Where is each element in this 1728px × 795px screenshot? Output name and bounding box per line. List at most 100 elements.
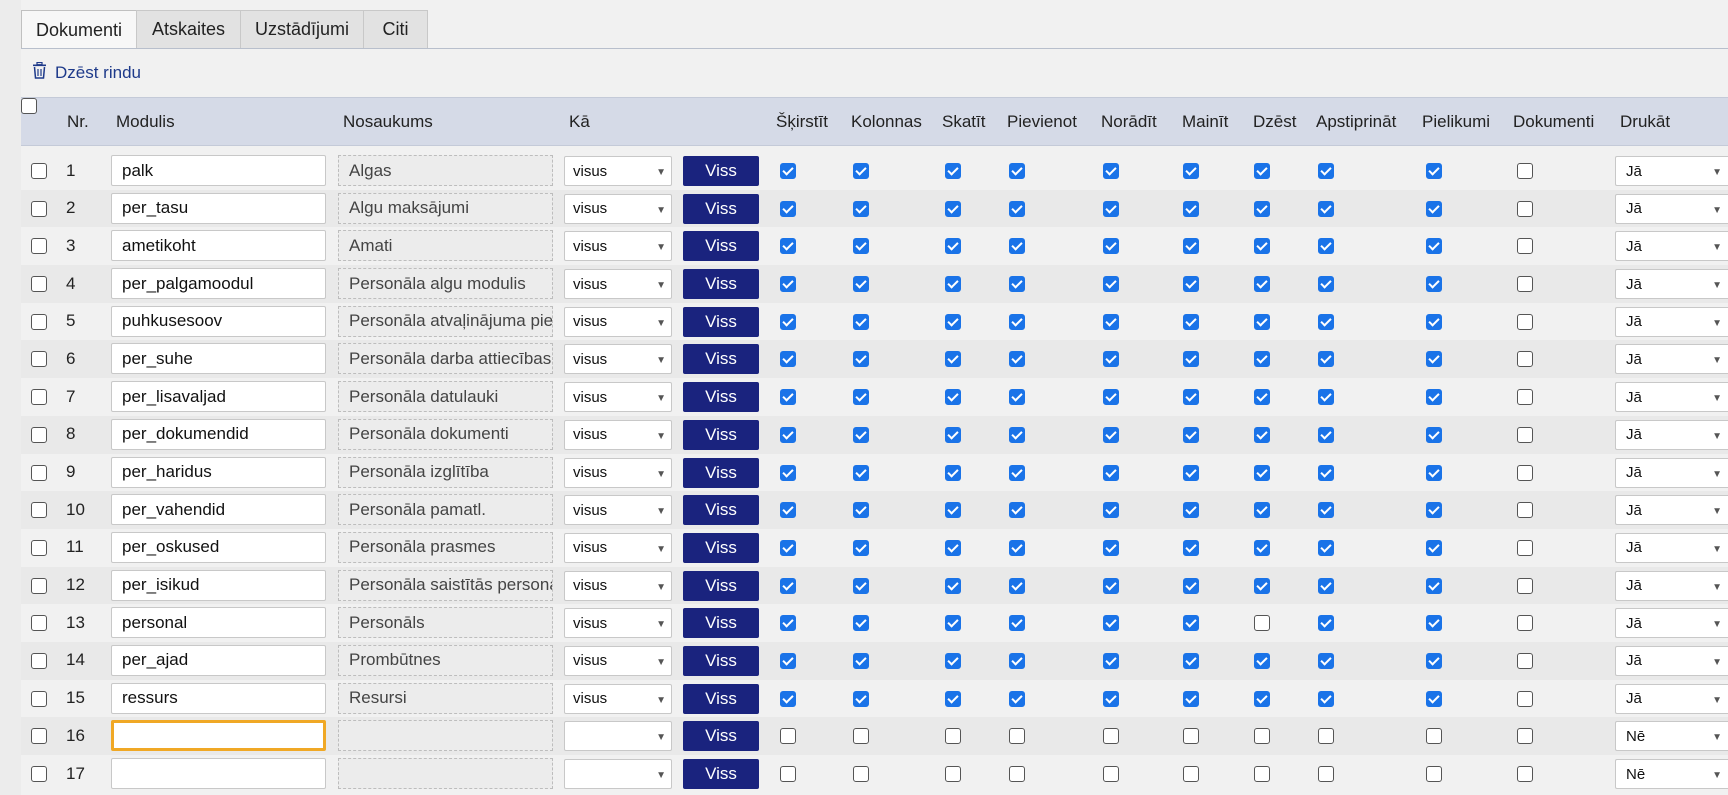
- perm-mainit-checkbox[interactable]: [1183, 389, 1199, 406]
- perm-apstiprinat-checkbox[interactable]: [1318, 238, 1334, 255]
- perm-kolonnas-checkbox[interactable]: [853, 577, 869, 594]
- perm-dzest-checkbox[interactable]: [1254, 464, 1270, 481]
- modulis-input[interactable]: [111, 720, 326, 752]
- perm-mainit-checkbox[interactable]: [1183, 313, 1199, 330]
- ka-select[interactable]: visus ▼: [564, 382, 672, 413]
- perm-dzest-checkbox[interactable]: [1254, 615, 1270, 632]
- drukat-select[interactable]: Jā ▼: [1615, 645, 1728, 676]
- perm-noradit-checkbox[interactable]: [1103, 615, 1119, 632]
- row-select-checkbox[interactable]: [31, 766, 47, 782]
- perm-kolonnas-checkbox[interactable]: [853, 652, 869, 669]
- perm-skatit-checkbox[interactable]: [945, 313, 961, 330]
- perm-pievienot-checkbox[interactable]: [1009, 313, 1025, 330]
- perm-noradit-checkbox[interactable]: [1103, 464, 1119, 481]
- perm-mainit-checkbox[interactable]: [1183, 690, 1199, 707]
- perm-apstiprinat-checkbox[interactable]: [1318, 502, 1334, 519]
- perm-mainit-checkbox[interactable]: [1183, 276, 1199, 293]
- perm-kolonnas-checkbox[interactable]: [853, 502, 869, 519]
- perm-noradit-checkbox[interactable]: [1103, 238, 1119, 255]
- ka-select[interactable]: visus ▼: [564, 608, 672, 639]
- perm-pielikumi-checkbox[interactable]: [1426, 426, 1442, 443]
- ka-select[interactable]: visus ▼: [564, 495, 672, 526]
- perm-mainit-checkbox[interactable]: [1183, 615, 1199, 632]
- perm-skatit-checkbox[interactable]: [945, 276, 961, 293]
- row-select-checkbox[interactable]: [31, 426, 47, 443]
- perm-pielikumi-checkbox[interactable]: [1426, 690, 1442, 707]
- modulis-input[interactable]: puhkusesoov: [111, 305, 326, 337]
- perm-dokumenti-checkbox[interactable]: [1517, 539, 1533, 556]
- perm-skirstit-checkbox[interactable]: [780, 766, 796, 782]
- select-all-perms-button[interactable]: Viss: [683, 344, 759, 375]
- ka-select[interactable]: visus ▼: [564, 532, 672, 563]
- row-select-checkbox[interactable]: [31, 464, 47, 481]
- perm-mainit-checkbox[interactable]: [1183, 652, 1199, 669]
- perm-noradit-checkbox[interactable]: [1103, 502, 1119, 519]
- perm-dokumenti-checkbox[interactable]: [1517, 690, 1533, 707]
- perm-dokumenti-checkbox[interactable]: [1517, 238, 1533, 255]
- perm-dokumenti-checkbox[interactable]: [1517, 200, 1533, 217]
- select-all-checkbox[interactable]: [21, 98, 37, 114]
- perm-noradit-checkbox[interactable]: [1103, 389, 1119, 406]
- perm-skatit-checkbox[interactable]: [945, 200, 961, 217]
- row-select-checkbox[interactable]: [31, 163, 47, 179]
- perm-pielikumi-checkbox[interactable]: [1426, 728, 1442, 745]
- perm-kolonnas-checkbox[interactable]: [853, 276, 869, 293]
- perm-skirstit-checkbox[interactable]: [780, 389, 796, 406]
- perm-skatit-checkbox[interactable]: [945, 238, 961, 255]
- modulis-input[interactable]: [111, 758, 326, 789]
- perm-noradit-checkbox[interactable]: [1103, 313, 1119, 330]
- perm-kolonnas-checkbox[interactable]: [853, 163, 869, 179]
- perm-pievienot-checkbox[interactable]: [1009, 539, 1025, 556]
- perm-kolonnas-checkbox[interactable]: [853, 313, 869, 330]
- perm-mainit-checkbox[interactable]: [1183, 464, 1199, 481]
- row-select-checkbox[interactable]: [31, 238, 47, 255]
- ka-select[interactable]: visus ▼: [564, 344, 672, 375]
- perm-mainit-checkbox[interactable]: [1183, 728, 1199, 745]
- perm-dokumenti-checkbox[interactable]: [1517, 502, 1533, 519]
- modulis-input[interactable]: per_ajad: [111, 644, 326, 676]
- perm-pievienot-checkbox[interactable]: [1009, 276, 1025, 293]
- ka-select[interactable]: visus ▼: [564, 193, 672, 224]
- perm-mainit-checkbox[interactable]: [1183, 351, 1199, 368]
- perm-pielikumi-checkbox[interactable]: [1426, 313, 1442, 330]
- perm-dokumenti-checkbox[interactable]: [1517, 313, 1533, 330]
- modulis-input[interactable]: per_palgamoodul: [111, 268, 326, 300]
- perm-noradit-checkbox[interactable]: [1103, 690, 1119, 707]
- modulis-input[interactable]: ametikoht: [111, 230, 326, 262]
- select-all-perms-button[interactable]: Viss: [683, 570, 759, 601]
- perm-skirstit-checkbox[interactable]: [780, 652, 796, 669]
- perm-dokumenti-checkbox[interactable]: [1517, 615, 1533, 632]
- perm-pielikumi-checkbox[interactable]: [1426, 200, 1442, 217]
- ka-select[interactable]: visus ▼: [564, 645, 672, 676]
- perm-skirstit-checkbox[interactable]: [780, 426, 796, 443]
- drukat-select[interactable]: Jā ▼: [1615, 570, 1728, 601]
- tab-citi[interactable]: Citi: [363, 10, 428, 48]
- tab-uzstadijumi[interactable]: Uzstādījumi: [240, 10, 364, 48]
- modulis-input[interactable]: per_lisavaljad: [111, 381, 326, 413]
- perm-pievienot-checkbox[interactable]: [1009, 766, 1025, 782]
- modulis-input[interactable]: palk: [111, 155, 326, 186]
- drukat-select[interactable]: Jā ▼: [1615, 457, 1728, 488]
- perm-pielikumi-checkbox[interactable]: [1426, 539, 1442, 556]
- perm-skatit-checkbox[interactable]: [945, 502, 961, 519]
- perm-noradit-checkbox[interactable]: [1103, 652, 1119, 669]
- perm-pievienot-checkbox[interactable]: [1009, 464, 1025, 481]
- perm-pievienot-checkbox[interactable]: [1009, 163, 1025, 179]
- modulis-input[interactable]: per_tasu: [111, 192, 326, 224]
- select-all-perms-button[interactable]: Viss: [683, 382, 759, 413]
- row-select-checkbox[interactable]: [31, 539, 47, 556]
- perm-apstiprinat-checkbox[interactable]: [1318, 464, 1334, 481]
- perm-dzest-checkbox[interactable]: [1254, 539, 1270, 556]
- modulis-input[interactable]: ressurs: [111, 682, 326, 714]
- perm-skirstit-checkbox[interactable]: [780, 728, 796, 745]
- perm-skirstit-checkbox[interactable]: [780, 502, 796, 519]
- row-select-checkbox[interactable]: [31, 690, 47, 707]
- drukat-select[interactable]: Jā ▼: [1615, 269, 1728, 300]
- select-all-perms-button[interactable]: Viss: [683, 193, 759, 224]
- perm-dzest-checkbox[interactable]: [1254, 351, 1270, 368]
- drukat-select[interactable]: Jā ▼: [1615, 608, 1728, 639]
- perm-kolonnas-checkbox[interactable]: [853, 200, 869, 217]
- drukat-select[interactable]: Jā ▼: [1615, 156, 1728, 186]
- ka-select[interactable]: visus ▼: [564, 231, 672, 262]
- perm-skirstit-checkbox[interactable]: [780, 615, 796, 632]
